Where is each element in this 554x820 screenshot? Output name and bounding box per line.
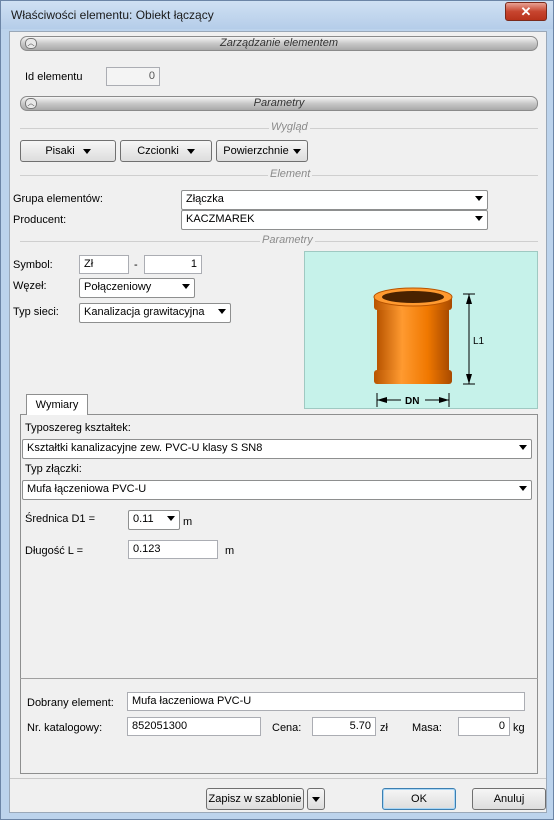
title-bar[interactable]: Właściwości elementu: Obiekt łączący ✕ — [1, 1, 553, 29]
footer-divider — [10, 778, 546, 779]
surfaces-button[interactable]: Powierzchnie — [216, 140, 308, 162]
window-title: Właściwości elementu: Obiekt łączący — [11, 8, 214, 22]
pens-label: Pisaki — [45, 145, 75, 157]
dn-arrow-right-icon — [439, 397, 449, 403]
fonts-button[interactable]: Czcionki — [120, 140, 212, 162]
save-template-menu-button[interactable] — [307, 788, 325, 810]
fitting-type-value: Mufa łączeniowa PVC-U — [27, 483, 147, 495]
d1-select[interactable]: 0.11 — [128, 510, 180, 530]
dropdown-arrow-icon — [519, 445, 527, 450]
node-value: Połączeniowy — [84, 281, 152, 293]
parameters-section-header[interactable]: ︿ Parametry — [20, 96, 538, 111]
cancel-button[interactable]: Anuluj — [472, 788, 546, 810]
surfaces-label: Powierzchnie — [223, 145, 289, 157]
series-select[interactable]: Kształtki kanalizacyjne zew. PVC-U klasy… — [22, 439, 532, 459]
d1-unit: m — [183, 516, 193, 528]
element-group-label: Grupa elementów: — [13, 193, 103, 205]
dropdown-arrow-icon — [167, 516, 175, 521]
fitting-type-select[interactable]: Mufa łączeniowa PVC-U — [22, 480, 532, 500]
l1-label: L1 — [473, 336, 485, 347]
mass-label: Masa: — [412, 722, 442, 734]
collapse-icon[interactable]: ︿ — [25, 38, 37, 49]
network-select[interactable]: Kanalizacja grawitacyjna — [79, 303, 231, 323]
collapse-icon[interactable]: ︿ — [25, 98, 37, 109]
network-label: Typ sieci: — [13, 306, 59, 318]
parameters-section-label: Parametry — [253, 97, 305, 109]
management-section-header[interactable]: ︿ Zarządzanie elementem — [20, 36, 538, 51]
producer-label: Producent: — [13, 214, 67, 226]
node-label: Węzeł: — [13, 280, 47, 292]
price-field[interactable]: 5.70 — [312, 717, 376, 736]
tab-dimensions-label: Wymiary — [35, 399, 79, 411]
close-icon: ✕ — [520, 4, 532, 19]
series-label: Typoszereg kształtek: — [25, 422, 131, 434]
dropdown-arrow-icon — [519, 486, 527, 491]
element-group-select[interactable]: Złączka — [181, 190, 488, 210]
length-unit: m — [225, 545, 235, 557]
length-field[interactable]: 0.123 — [128, 540, 218, 559]
management-section-label: Zarządzanie elementem — [219, 37, 338, 49]
save-template-label: Zapisz w szablonie — [208, 793, 302, 805]
id-field[interactable]: 0 — [106, 67, 160, 86]
dropdown-arrow-icon — [82, 148, 91, 154]
close-button[interactable]: ✕ — [505, 2, 547, 21]
coupling-diagram: L1 DN — [373, 287, 485, 407]
symbol-prefix-field[interactable]: Zł — [79, 255, 129, 274]
pens-button[interactable]: Pisaki — [20, 140, 116, 162]
node-select[interactable]: Połączeniowy — [79, 278, 195, 298]
selected-element-field[interactable]: Mufa łaczeniowa PVC-U — [127, 692, 525, 711]
ok-label: OK — [411, 793, 427, 805]
l1-arrow-bottom-icon — [466, 374, 472, 384]
mass-unit: kg — [513, 722, 525, 734]
dropdown-arrow-icon — [475, 196, 483, 201]
dropdown-arrow-icon — [218, 309, 226, 314]
dn-arrow-left-icon — [377, 397, 387, 403]
l1-arrow-top-icon — [466, 294, 472, 304]
dropdown-arrow-icon — [186, 148, 195, 154]
mass-field[interactable]: 0 — [458, 717, 510, 736]
results-divider — [20, 678, 538, 679]
price-label: Cena: — [272, 722, 302, 734]
element-group-value: Złączka — [186, 193, 224, 205]
fitting-preview: L1 DN — [304, 251, 538, 409]
properties-dialog: Właściwości elementu: Obiekt łączący ✕ ︿… — [0, 0, 554, 820]
symbol-number-field[interactable]: 1 — [144, 255, 202, 274]
d1-value: 0.11 — [133, 513, 154, 525]
price-unit: zł — [380, 722, 388, 734]
network-value: Kanalizacja grawitacyjna — [84, 306, 205, 318]
series-value: Kształtki kanalizacyjne zew. PVC-U klasy… — [27, 442, 263, 454]
fonts-label: Czcionki — [137, 145, 179, 157]
ok-button[interactable]: OK — [382, 788, 456, 810]
coupling-icon — [373, 287, 453, 384]
cancel-label: Anuluj — [493, 793, 525, 805]
tab-dimensions[interactable]: Wymiary — [26, 394, 88, 415]
producer-value: KACZMAREK — [186, 213, 255, 225]
dropdown-arrow-icon — [475, 216, 483, 221]
dn-label: DN — [405, 396, 419, 407]
symbol-label: Symbol: — [13, 259, 53, 271]
symbol-dash: - — [134, 259, 138, 271]
length-label: Długość L = — [25, 545, 83, 557]
id-label: Id elementu — [25, 71, 83, 83]
save-template-button[interactable]: Zapisz w szablonie — [206, 788, 304, 810]
catalog-field[interactable]: 852051300 — [127, 717, 261, 736]
dropdown-arrow-icon — [292, 148, 301, 154]
selected-element-label: Dobrany element: — [27, 697, 114, 709]
params-group-title: Parametry — [260, 234, 315, 246]
dropdown-arrow-icon — [312, 796, 320, 802]
dropdown-arrow-icon — [182, 284, 190, 289]
appearance-group-title: Wygląd — [269, 121, 310, 133]
producer-select[interactable]: KACZMAREK — [181, 210, 488, 230]
dialog-body: ︿ Zarządzanie elementem Id elementu 0 ︿ … — [9, 31, 547, 813]
d1-label: Średnica D1 = — [25, 513, 96, 525]
element-group-title: Element — [268, 168, 313, 180]
fitting-type-label: Typ złączki: — [25, 463, 82, 475]
catalog-label: Nr. katalogowy: — [27, 722, 103, 734]
